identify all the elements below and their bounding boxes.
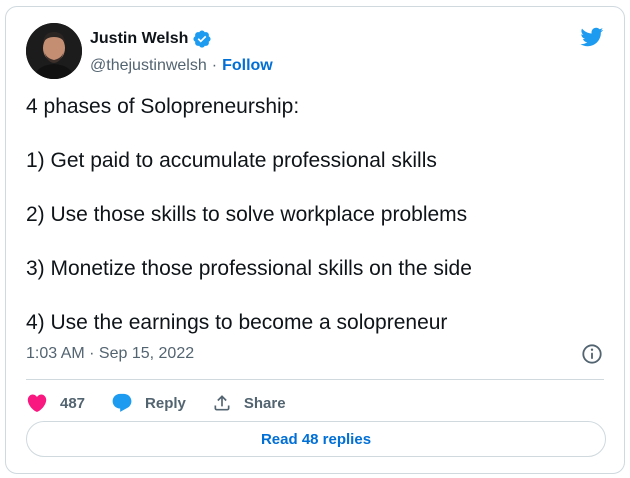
reply-label: Reply [145, 394, 186, 412]
verified-badge-icon [192, 29, 212, 49]
tweet-line-2: 2) Use those skills to solve workplace p… [26, 203, 468, 226]
handle-separator: · [211, 57, 218, 74]
author-name-row: Justin Welsh [90, 29, 212, 49]
author-handle-row: @thejustinwelsh · Follow [90, 57, 273, 75]
tweet-line-4: 4) Use the earnings to become a solopren… [26, 311, 448, 334]
avatar[interactable] [26, 23, 82, 79]
share-upload-icon [214, 395, 230, 411]
tweet-timestamp[interactable]: 1:03 AM · Sep 15, 2022 [26, 345, 194, 363]
like-button[interactable]: 487 [26, 392, 85, 414]
tweet-text: 4 phases of Solopreneurship: 1) Get paid… [26, 93, 606, 363]
follow-link[interactable]: Follow [222, 57, 273, 75]
info-icon[interactable] [581, 343, 603, 365]
action-bar: 487 Reply Share [26, 387, 312, 419]
avatar-photo [26, 23, 82, 79]
tweet-embed-card: Justin Welsh @thejustinwelsh · Follow 4 … [5, 6, 625, 474]
reply-button[interactable]: Reply [111, 392, 186, 414]
divider [26, 379, 604, 380]
like-count: 487 [60, 394, 86, 412]
share-label: Share [243, 394, 286, 412]
share-button[interactable]: Share [212, 393, 286, 413]
tweet-line-intro: 4 phases of Solopreneurship: [26, 95, 300, 118]
tweet-line-3: 3) Monetize those professional skills on… [26, 257, 472, 280]
heart-icon [27, 394, 47, 412]
author-display-name[interactable]: Justin Welsh [90, 30, 188, 48]
read-replies-button[interactable]: Read 48 replies [26, 421, 606, 457]
speech-bubble-icon [112, 393, 132, 412]
author-handle[interactable]: @thejustinwelsh [90, 57, 207, 75]
tweet-line-1: 1) Get paid to accumulate professional s… [26, 149, 437, 172]
twitter-bird-icon[interactable] [578, 25, 605, 49]
read-replies-label: Read 48 replies [260, 430, 372, 448]
